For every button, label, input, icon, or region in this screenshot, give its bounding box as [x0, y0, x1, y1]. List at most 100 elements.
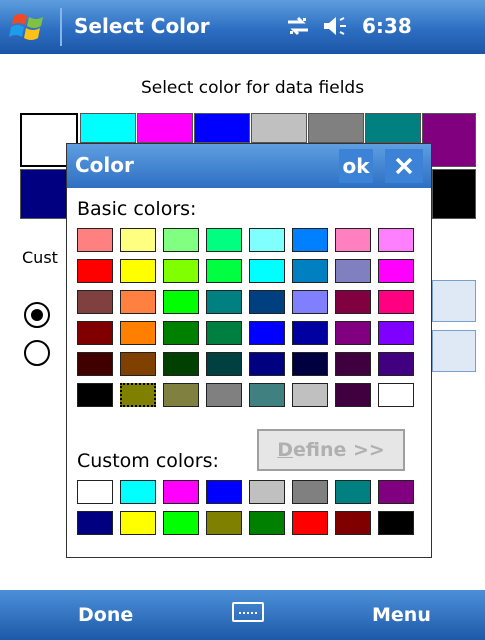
basic-color-swatch[interactable]: [163, 228, 199, 252]
bg-swatch-navy[interactable]: [20, 169, 68, 219]
bg-swatch-magenta[interactable]: [137, 113, 193, 143]
title-separator: [60, 8, 62, 46]
custom-color-swatch[interactable]: [378, 511, 414, 535]
custom-color-swatch[interactable]: [163, 511, 199, 535]
basic-color-swatch[interactable]: [77, 352, 113, 376]
basic-color-swatch[interactable]: [163, 383, 199, 407]
ok-button[interactable]: ok: [339, 149, 373, 183]
basic-color-swatch[interactable]: [120, 352, 156, 376]
bg-swatch-black[interactable]: [432, 169, 476, 219]
basic-color-swatch[interactable]: [378, 228, 414, 252]
custom-color-swatch[interactable]: [163, 480, 199, 504]
custom-label-partial: Cust: [22, 248, 58, 267]
basic-color-swatch[interactable]: [163, 321, 199, 345]
bg-swatch-blue[interactable]: [194, 113, 250, 143]
basic-color-swatch[interactable]: [249, 352, 285, 376]
done-softkey[interactable]: Done: [78, 604, 133, 626]
basic-color-swatch[interactable]: [335, 228, 371, 252]
basic-color-swatch[interactable]: [335, 259, 371, 283]
custom-color-swatch[interactable]: [378, 480, 414, 504]
basic-color-swatch[interactable]: [378, 259, 414, 283]
softkey-bar: Done Menu: [0, 590, 485, 640]
window-title: Select Color: [74, 14, 210, 38]
basic-color-swatch[interactable]: [378, 321, 414, 345]
basic-color-swatch[interactable]: [335, 321, 371, 345]
connectivity-icon: [288, 16, 308, 36]
keyboard-icon[interactable]: [232, 602, 264, 622]
menu-softkey[interactable]: Menu: [372, 604, 431, 626]
basic-color-swatch[interactable]: [77, 290, 113, 314]
basic-color-swatch[interactable]: [378, 383, 414, 407]
basic-color-swatch[interactable]: [163, 290, 199, 314]
basic-color-swatch[interactable]: [249, 321, 285, 345]
custom-color-swatch[interactable]: [120, 480, 156, 504]
custom-color-swatch[interactable]: [249, 480, 285, 504]
custom-colors-label: Custom colors:: [77, 450, 219, 472]
custom-color-swatch[interactable]: [206, 480, 242, 504]
define-label: Define >>: [277, 439, 385, 461]
title-bar: Select Color 6:38: [0, 0, 485, 54]
custom-color-swatch[interactable]: [120, 511, 156, 535]
dialog-header: Color ok: [67, 144, 431, 188]
bg-swatch-teal[interactable]: [365, 113, 421, 143]
basic-color-swatch[interactable]: [292, 228, 328, 252]
basic-color-swatch[interactable]: [120, 228, 156, 252]
basic-color-swatch[interactable]: [163, 259, 199, 283]
basic-color-swatch[interactable]: [163, 352, 199, 376]
basic-color-swatch[interactable]: [335, 290, 371, 314]
dialog-title: Color: [75, 153, 134, 177]
basic-color-swatch[interactable]: [378, 352, 414, 376]
radio-option-1[interactable]: [24, 302, 50, 328]
basic-color-swatch[interactable]: [77, 383, 113, 407]
basic-color-swatch[interactable]: [292, 383, 328, 407]
basic-color-swatch[interactable]: [206, 352, 242, 376]
custom-color-swatch[interactable]: [292, 511, 328, 535]
windows-start-icon[interactable]: [8, 10, 50, 44]
basic-color-swatch[interactable]: [206, 290, 242, 314]
custom-color-swatch[interactable]: [292, 480, 328, 504]
clock-time: 6:38: [362, 14, 412, 38]
close-button[interactable]: [385, 149, 423, 183]
basic-color-swatch[interactable]: [292, 290, 328, 314]
custom-color-swatch[interactable]: [249, 511, 285, 535]
prompt-text: Select color for data fields: [140, 78, 365, 98]
basic-color-swatch[interactable]: [249, 290, 285, 314]
basic-color-swatch[interactable]: [249, 383, 285, 407]
basic-color-swatch[interactable]: [206, 383, 242, 407]
basic-colors-label: Basic colors:: [77, 198, 197, 220]
basic-color-swatch[interactable]: [292, 321, 328, 345]
basic-color-swatch[interactable]: [249, 259, 285, 283]
basic-color-swatch[interactable]: [77, 259, 113, 283]
basic-color-swatch[interactable]: [206, 259, 242, 283]
bg-swatch-silver[interactable]: [251, 113, 307, 143]
volume-icon: [324, 17, 346, 35]
bg-swatch-gray[interactable]: [308, 113, 364, 143]
basic-color-swatch[interactable]: [77, 228, 113, 252]
custom-color-swatch[interactable]: [77, 511, 113, 535]
basic-color-swatch[interactable]: [206, 228, 242, 252]
close-icon: [395, 157, 413, 175]
status-area[interactable]: 6:38: [286, 14, 412, 38]
custom-color-swatch[interactable]: [77, 480, 113, 504]
basic-color-swatch[interactable]: [120, 321, 156, 345]
basic-color-swatch[interactable]: [249, 228, 285, 252]
color-dialog: Color ok Basic colors: Define >> Custom …: [66, 143, 432, 558]
basic-color-swatch[interactable]: [335, 352, 371, 376]
custom-color-swatch[interactable]: [206, 511, 242, 535]
background-button-1[interactable]: [432, 280, 476, 322]
basic-color-swatch[interactable]: [120, 259, 156, 283]
background-button-2[interactable]: [432, 330, 476, 372]
radio-option-2[interactable]: [24, 340, 50, 366]
basic-color-swatch[interactable]: [378, 290, 414, 314]
basic-color-swatch[interactable]: [335, 383, 371, 407]
basic-color-swatch[interactable]: [120, 290, 156, 314]
custom-color-swatch[interactable]: [335, 511, 371, 535]
basic-color-swatch[interactable]: [206, 321, 242, 345]
basic-color-swatch[interactable]: [292, 352, 328, 376]
bg-swatch-cyan[interactable]: [80, 113, 136, 143]
define-button[interactable]: Define >>: [257, 429, 405, 471]
custom-color-swatch[interactable]: [335, 480, 371, 504]
basic-color-swatch[interactable]: [77, 321, 113, 345]
basic-color-swatch[interactable]: [292, 259, 328, 283]
basic-color-swatch[interactable]: [120, 383, 156, 407]
